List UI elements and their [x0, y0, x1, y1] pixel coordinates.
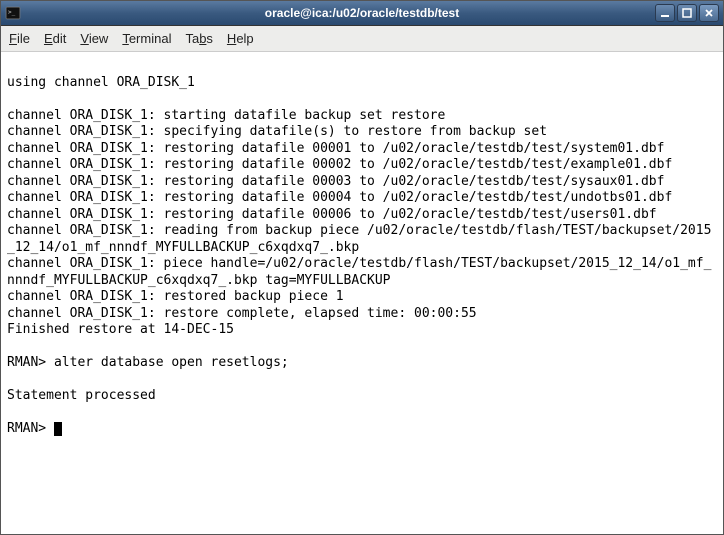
menu-tabs[interactable]: Tabs	[185, 31, 212, 46]
titlebar: >_ oracle@ica:/u02/oracle/testdb/test	[1, 1, 723, 26]
menubar: File Edit View Terminal Tabs Help	[1, 26, 723, 52]
close-icon	[704, 8, 714, 18]
menu-view[interactable]: View	[80, 31, 108, 46]
maximize-button[interactable]	[677, 4, 697, 22]
svg-text:>_: >_	[8, 9, 16, 16]
window-title: oracle@ica:/u02/oracle/testdb/test	[265, 6, 459, 20]
app-icon: >_	[5, 5, 21, 21]
minimize-icon	[660, 8, 670, 18]
terminal-window: >_ oracle@ica:/u02/oracle/testdb/test	[0, 0, 724, 535]
maximize-icon	[682, 8, 692, 18]
minimize-button[interactable]	[655, 4, 675, 22]
menu-file[interactable]: File	[9, 31, 30, 46]
menu-edit[interactable]: Edit	[44, 31, 66, 46]
window-controls	[655, 4, 719, 22]
menu-help[interactable]: Help	[227, 31, 254, 46]
terminal-output[interactable]: using channel ORA_DISK_1 channel ORA_DIS…	[1, 52, 723, 534]
cursor	[54, 422, 62, 436]
close-button[interactable]	[699, 4, 719, 22]
menu-terminal[interactable]: Terminal	[122, 31, 171, 46]
